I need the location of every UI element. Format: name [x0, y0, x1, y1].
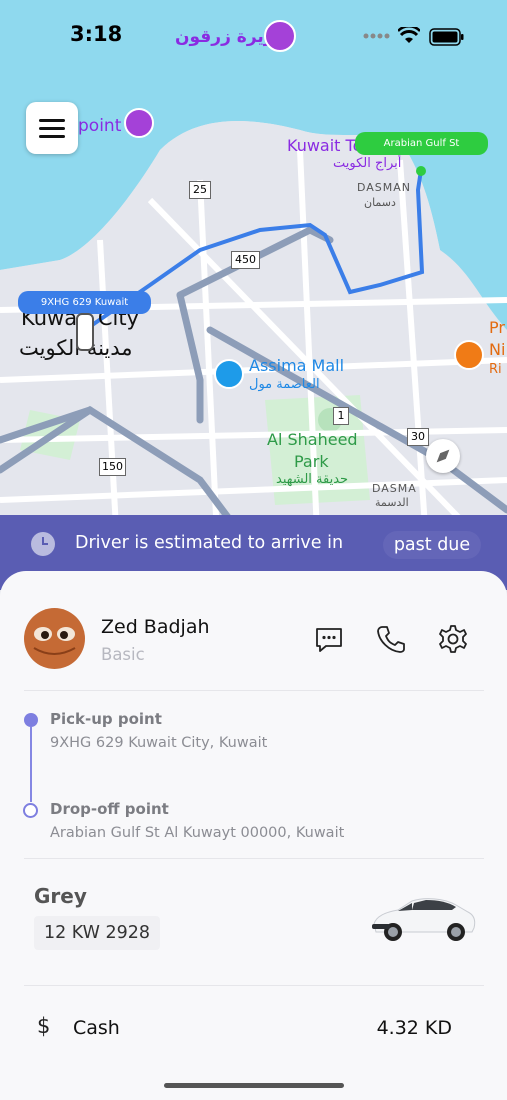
poi-label-assima-mall: Assima Mall [249, 356, 345, 375]
shopping-bag-icon[interactable] [214, 359, 244, 389]
home-indicator[interactable] [164, 1083, 344, 1088]
dropoff-address[interactable]: Arabian Gulf St Al Kuwayt 00000, Kuwait [50, 825, 490, 841]
divider [24, 858, 484, 859]
phone-icon [377, 626, 405, 653]
poi-label-park: Park [294, 452, 329, 471]
pickup-pill[interactable]: 9XHG 629 Kuwait [18, 291, 151, 314]
restaurant-icon[interactable] [454, 340, 484, 370]
call-button[interactable] [374, 622, 408, 656]
compass-icon[interactable] [426, 439, 460, 473]
area-label-dasman: DASMAN [357, 181, 412, 194]
wifi-icon [398, 27, 420, 43]
pickup-label: Pick-up point [50, 710, 162, 728]
car-image [372, 898, 476, 941]
chat-button[interactable] [312, 622, 346, 656]
hamburger-menu-button[interactable] [26, 102, 78, 154]
clock-icon [31, 532, 55, 556]
driver-avatar[interactable] [24, 608, 85, 669]
eta-text: Driver is estimated to arrive in [75, 533, 344, 553]
menu-icon-bar [39, 135, 65, 138]
poi-label-al-shaheed-ar: حديقة الشهيد [276, 472, 349, 487]
map-view[interactable]: 25 450 1 30 150 جزيرة زرقون point Kuwait… [0, 0, 507, 600]
poi-label-al-shaheed: Al Shaheed [267, 430, 358, 449]
chat-icon [316, 628, 342, 652]
cellular-signal-icon [363, 33, 390, 39]
road-shield-450: 450 [231, 251, 260, 269]
menu-icon-bar [39, 127, 65, 130]
poi-label-kuwait-towers: Kuwait To [287, 136, 363, 155]
road-shield-150: 150 [99, 458, 126, 476]
gear-icon [439, 625, 467, 653]
area-label-dasma: DASMA [372, 482, 417, 495]
poi-label-kuwait-towers-ar: أبراج الكويت [333, 156, 402, 171]
dropoff-dot-icon [23, 803, 38, 818]
area-label-dasma-ar: الدسمة [375, 496, 409, 509]
poi-label-assima-mall-ar: العاصمة مول [249, 377, 320, 392]
poi-label-right-3: Ri [489, 362, 502, 377]
camera-poi-icon-2[interactable] [124, 108, 154, 138]
dropoff-pill[interactable]: Arabian Gulf St [355, 132, 488, 155]
route-connector [30, 727, 32, 802]
poi-label-right-1: Pr [489, 318, 505, 337]
divider [24, 690, 484, 691]
status-bar: 3:18 [0, 0, 507, 76]
vehicle-color: Grey [34, 884, 87, 908]
fare-amount: 4.32 KD [376, 1017, 452, 1039]
driver-tier: Basic [101, 645, 145, 664]
poi-label-point: point [78, 116, 122, 136]
dropoff-label: Drop-off point [50, 800, 169, 818]
settings-button[interactable] [436, 622, 470, 656]
pickup-address[interactable]: 9XHG 629 Kuwait City, Kuwait [50, 735, 490, 751]
eta-status-badge: past due [383, 531, 481, 559]
payment-method: Cash [73, 1017, 120, 1039]
pickup-dot-icon [24, 713, 38, 727]
driver-name: Zed Badjah [101, 616, 210, 638]
dollar-icon: $ [37, 1014, 51, 1038]
area-label-dasman-ar: دسمان [364, 196, 396, 209]
menu-icon [39, 119, 65, 122]
status-time: 3:18 [70, 22, 123, 46]
road-shield-25: 25 [189, 181, 211, 199]
battery-icon [429, 28, 464, 46]
road-shield-1: 1 [333, 407, 349, 425]
car-marker-icon [76, 313, 94, 351]
license-plate: 12 KW 2928 [34, 916, 160, 950]
divider [24, 985, 484, 986]
poi-label-right-2: Ni [489, 340, 506, 359]
